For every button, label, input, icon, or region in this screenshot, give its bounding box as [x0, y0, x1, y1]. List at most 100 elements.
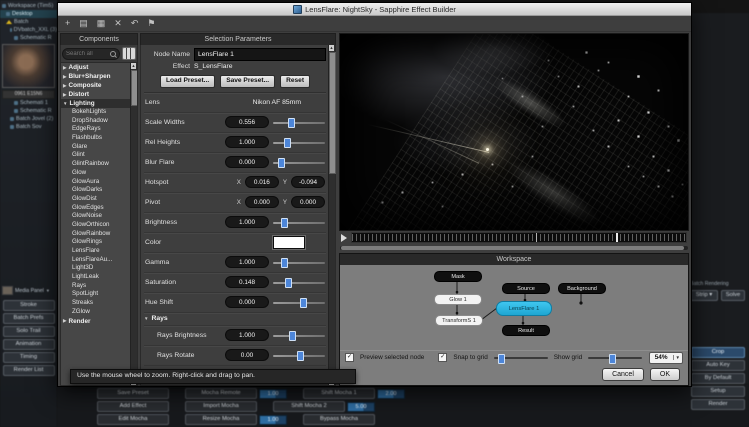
component-item-dropshadow[interactable]: DropShadow	[61, 117, 131, 126]
value-field[interactable]: 1.00	[259, 389, 287, 399]
component-item-gloworthicon[interactable]: GlowOrthicon	[61, 221, 131, 230]
component-item-glowdarks[interactable]: GlowDarks	[61, 186, 131, 195]
value-field[interactable]: 0.148	[225, 276, 269, 288]
value-field[interactable]: 0.000	[225, 156, 269, 168]
component-item-spotlight[interactable]: SpotLight	[61, 290, 131, 299]
value-field[interactable]: 1.000	[225, 136, 269, 148]
component-item-edgerays[interactable]: EdgeRays	[61, 125, 131, 134]
value-field[interactable]: 0.000	[225, 296, 269, 308]
value-field[interactable]: 1.00	[259, 415, 287, 425]
slider-thumb[interactable]	[284, 138, 291, 148]
component-item-glintrainbow[interactable]: GlintRainbow	[61, 160, 131, 169]
flag-icon[interactable]: ⚑	[147, 19, 155, 28]
component-item-glowedges[interactable]: GlowEdges	[61, 204, 131, 213]
open-folder-icon[interactable]: ▤	[79, 19, 88, 28]
node-glow-1[interactable]: Glow 1	[434, 294, 482, 305]
component-item-glowaura[interactable]: GlowAura	[61, 178, 131, 187]
color-swatch[interactable]	[273, 236, 305, 249]
node-source[interactable]: Source	[502, 283, 550, 294]
category-composite[interactable]: ▶Composite	[61, 81, 131, 90]
category-blur-sharpen[interactable]: ▶Blur+Sharpen	[61, 72, 131, 81]
bg-button-resize-mocha[interactable]: Resize Mocha	[185, 414, 257, 425]
component-item-glowrings[interactable]: GlowRings	[61, 238, 131, 247]
bg-button-bypass-mocha[interactable]: Bypass Mocha	[303, 414, 375, 425]
tree-item-schemati-1[interactable]: Schemati 1	[0, 99, 57, 107]
slider-thumb[interactable]	[297, 351, 304, 361]
solve-button[interactable]: Solve	[721, 290, 745, 301]
param-slider[interactable]	[273, 278, 325, 287]
param-slider[interactable]	[273, 118, 325, 127]
y-value-field[interactable]: 0.000	[291, 196, 325, 208]
bg-button-shift-mocha-2[interactable]: Shift Mocha 2	[273, 401, 345, 412]
category-adjust[interactable]: ▶Adjust	[61, 63, 131, 72]
category-lighting[interactable]: ▼Lighting	[61, 99, 131, 108]
ok-button[interactable]: OK	[650, 368, 680, 381]
node-background[interactable]: Background	[558, 283, 606, 294]
param-slider[interactable]	[273, 331, 325, 340]
component-item-glow[interactable]: Glow	[61, 169, 131, 178]
bg-button-batch-prefs[interactable]: Batch Prefs	[3, 313, 55, 324]
component-item-glare[interactable]: Glare	[61, 143, 131, 152]
slider-thumb[interactable]	[609, 354, 616, 364]
bg-button-render-list[interactable]: Render List	[3, 365, 55, 376]
snap-to-grid-checkbox[interactable]: ✓	[438, 353, 447, 362]
video-preview[interactable]	[339, 33, 689, 231]
zoom-level-select[interactable]: 54% ▼	[649, 352, 683, 364]
preview-selected-node-checkbox[interactable]: ✓	[345, 353, 354, 362]
window-titlebar[interactable]: LensFlare: NightSky - Sapphire Effect Bu…	[58, 3, 691, 16]
save-preset-button[interactable]: Save Preset...	[220, 75, 275, 88]
category-distort[interactable]: ▶Distort	[61, 90, 131, 99]
node-mask[interactable]: Mask	[434, 271, 482, 282]
background-clip-thumbnail[interactable]	[2, 44, 55, 88]
slider-thumb[interactable]	[281, 218, 288, 228]
bg-button-add-effect[interactable]: Add Effect	[97, 401, 169, 412]
scroll-up-icon[interactable]: ▲	[329, 45, 334, 51]
param-slider[interactable]	[273, 351, 325, 360]
node-name-input[interactable]	[194, 48, 326, 61]
bg-button-import-mocha[interactable]: Import Mocha	[185, 401, 257, 412]
delete-icon[interactable]: ✕	[114, 19, 122, 28]
tree-item-schematic-r[interactable]: Schematic R	[0, 34, 57, 42]
bg-button-render[interactable]: Render	[691, 399, 745, 410]
value-field[interactable]: 0.00	[225, 349, 269, 361]
component-item-lensflareau[interactable]: LensFlareAu...	[61, 256, 131, 265]
scrollbar-thumb[interactable]	[341, 246, 684, 250]
category-render[interactable]: ▶Render	[61, 317, 131, 326]
param-value-text[interactable]: Nikon AF 85mm	[253, 99, 301, 106]
slider-thumb[interactable]	[300, 298, 307, 308]
search-input[interactable]	[66, 51, 110, 57]
new-icon[interactable]: +	[65, 19, 70, 28]
bg-button-shift-mocha-1[interactable]: Shift Mocha 1	[303, 388, 375, 399]
tree-item-workspace-tim5[interactable]: Workspace (Tim5)	[0, 2, 57, 10]
slider-thumb[interactable]	[281, 258, 288, 268]
slider-thumb[interactable]	[288, 118, 295, 128]
scrollbar-thumb[interactable]	[131, 70, 138, 106]
bg-button-auto-key[interactable]: Auto Key	[691, 360, 745, 371]
components-scrollbar[interactable]: ▲ ▼	[130, 63, 137, 385]
value-field[interactable]: 1.000	[225, 329, 269, 341]
slider-thumb[interactable]	[285, 278, 292, 288]
x-value-field[interactable]: 0.000	[245, 196, 279, 208]
scroll-up-icon[interactable]: ▲	[131, 63, 136, 69]
x-value-field[interactable]: 0.016	[245, 176, 279, 188]
value-field[interactable]: 1.000	[225, 216, 269, 228]
node-graph-canvas[interactable]: MaskGlow 1TransformS 1SourceLensFlare 1B…	[340, 265, 688, 350]
param-slider[interactable]	[273, 258, 325, 267]
tree-item-schematic-r[interactable]: Schematic R	[0, 107, 57, 115]
node-result[interactable]: Result	[502, 325, 550, 336]
component-item-rays[interactable]: Rays	[61, 282, 131, 291]
node-transforms-1[interactable]: TransformS 1	[435, 315, 483, 326]
bg-button-setup[interactable]: Setup	[691, 386, 745, 397]
y-value-field[interactable]: -0.094	[291, 176, 325, 188]
play-button[interactable]	[341, 234, 347, 242]
tree-item-desktop[interactable]: Desktop	[0, 10, 57, 18]
timeline-scrubber[interactable]	[351, 232, 687, 243]
reset-button[interactable]: Reset	[280, 75, 310, 88]
save-icon[interactable]: ▦	[97, 19, 106, 28]
value-field[interactable]: 2.00	[377, 389, 405, 399]
bg-button-solo-trail[interactable]: Solo Trail	[3, 326, 55, 337]
slider-thumb[interactable]	[278, 158, 285, 168]
bg-button-by-default[interactable]: By Default	[691, 373, 745, 384]
value-field[interactable]: 1.000	[225, 256, 269, 268]
bg-button-stroke[interactable]: Stroke	[3, 300, 55, 311]
